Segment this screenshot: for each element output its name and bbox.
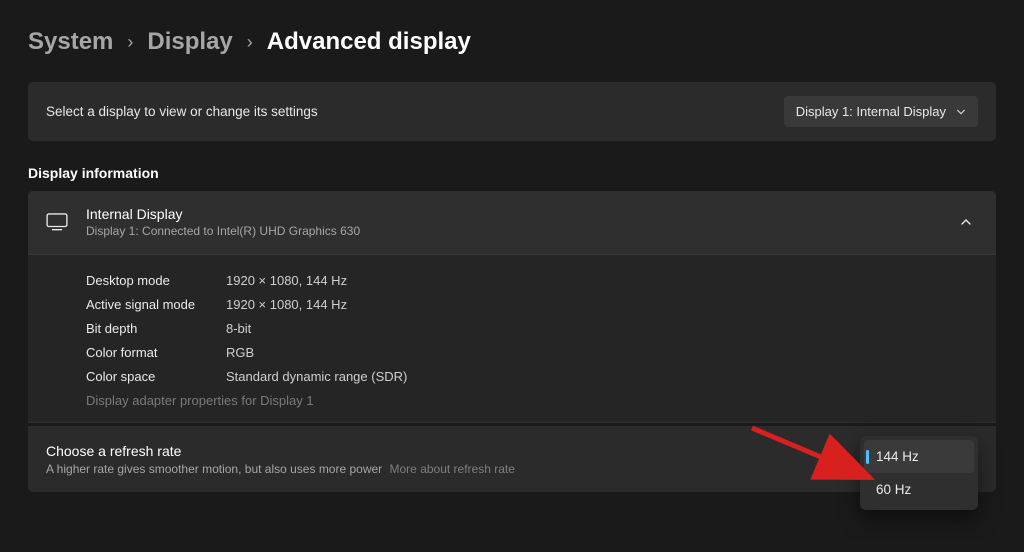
- info-value: Standard dynamic range (SDR): [226, 365, 407, 389]
- monitor-icon: [46, 213, 68, 231]
- refresh-rate-title: Choose a refresh rate: [46, 442, 515, 462]
- more-about-refresh-rate-link[interactable]: More about refresh rate: [390, 462, 515, 476]
- display-info-title: Internal Display: [86, 205, 960, 223]
- info-key: Desktop mode: [86, 269, 226, 293]
- display-info-subtitle: Display 1: Connected to Intel(R) UHD Gra…: [86, 223, 960, 240]
- breadcrumb: System › Display › Advanced display: [28, 28, 996, 56]
- info-row: Desktop mode1920 × 1080, 144 Hz: [86, 269, 978, 293]
- info-value: RGB: [226, 341, 254, 365]
- display-selector-dropdown[interactable]: Display 1: Internal Display: [784, 96, 978, 127]
- section-title-display-information: Display information: [28, 165, 996, 181]
- chevron-right-icon: ›: [247, 32, 253, 53]
- info-key: Color format: [86, 341, 226, 365]
- refresh-rate-option-144[interactable]: 144 Hz: [864, 440, 974, 473]
- info-row: Color formatRGB: [86, 341, 978, 365]
- breadcrumb-display[interactable]: Display: [147, 28, 232, 56]
- info-key: Active signal mode: [86, 293, 226, 317]
- display-info-header[interactable]: Internal Display Display 1: Connected to…: [28, 191, 996, 255]
- refresh-rate-desc-text: A higher rate gives smoother motion, but…: [46, 462, 382, 476]
- select-display-card: Select a display to view or change its s…: [28, 82, 996, 141]
- refresh-rate-description: A higher rate gives smoother motion, but…: [46, 462, 515, 476]
- display-info-body: Desktop mode1920 × 1080, 144 Hz Active s…: [28, 255, 996, 423]
- chevron-right-icon: ›: [127, 32, 133, 53]
- breadcrumb-system[interactable]: System: [28, 28, 113, 56]
- info-value: 1920 × 1080, 144 Hz: [226, 293, 347, 317]
- info-row: Active signal mode1920 × 1080, 144 Hz: [86, 293, 978, 317]
- info-row: Bit depth8-bit: [86, 317, 978, 341]
- refresh-rate-card: Choose a refresh rate A higher rate give…: [28, 426, 996, 492]
- display-adapter-properties-link[interactable]: Display adapter properties for Display 1: [86, 393, 978, 408]
- select-display-label: Select a display to view or change its s…: [46, 104, 318, 119]
- chevron-up-icon: [960, 216, 972, 228]
- chevron-down-icon: [956, 107, 966, 117]
- info-value: 8-bit: [226, 317, 251, 341]
- refresh-rate-dropdown-popup: 144 Hz 60 Hz: [860, 436, 978, 510]
- info-value: 1920 × 1080, 144 Hz: [226, 269, 347, 293]
- info-row: Color spaceStandard dynamic range (SDR): [86, 365, 978, 389]
- page-title: Advanced display: [267, 28, 471, 56]
- refresh-rate-option-60[interactable]: 60 Hz: [864, 473, 974, 506]
- info-key: Color space: [86, 365, 226, 389]
- display-information-card: Internal Display Display 1: Connected to…: [28, 191, 996, 423]
- display-selector-value: Display 1: Internal Display: [796, 104, 946, 119]
- info-key: Bit depth: [86, 317, 226, 341]
